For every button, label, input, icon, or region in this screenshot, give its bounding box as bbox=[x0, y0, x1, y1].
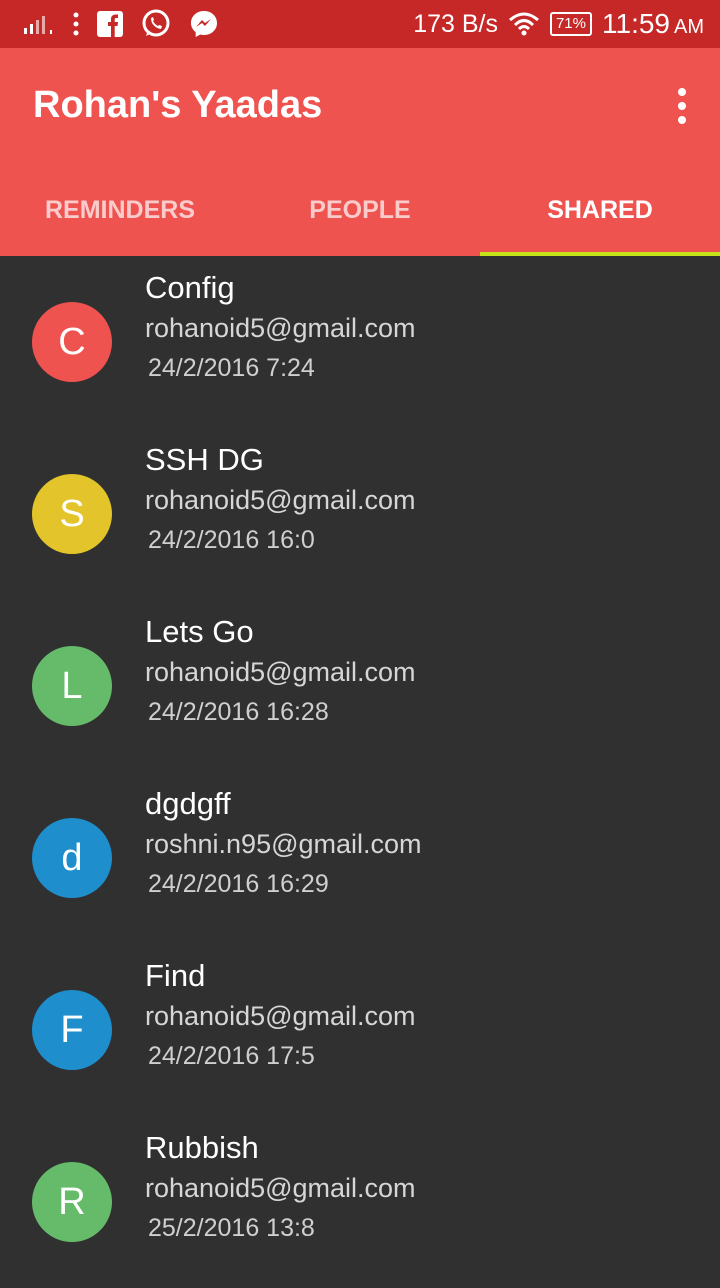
item-email: rohanoid5@gmail.com bbox=[145, 657, 416, 687]
avatar: F bbox=[32, 990, 112, 1070]
avatar: R bbox=[32, 1162, 112, 1242]
item-date: 25/2/2016 13:8 bbox=[148, 1214, 315, 1242]
avatar: d bbox=[32, 818, 112, 898]
item-email: roshni.n95@gmail.com bbox=[145, 829, 422, 859]
net-speed: 173 B/s bbox=[413, 9, 498, 38]
shared-list: C Config rohanoid5@gmail.com 24/2/2016 7… bbox=[0, 256, 720, 1288]
item-date: 24/2/2016 16:29 bbox=[148, 870, 329, 898]
status-right: 173 B/s 71% 11:59 AM bbox=[413, 8, 704, 40]
messenger-icon bbox=[191, 11, 217, 37]
tab-shared[interactable]: SHARED bbox=[480, 180, 720, 256]
overflow-menu-icon[interactable] bbox=[670, 86, 694, 126]
item-email: rohanoid5@gmail.com bbox=[145, 485, 416, 515]
item-title: dgdgff bbox=[145, 786, 231, 821]
item-title: SSH DG bbox=[145, 442, 264, 477]
whatsapp-icon bbox=[142, 9, 170, 37]
item-email: rohanoid5@gmail.com bbox=[145, 313, 416, 343]
more-notifications-icon bbox=[73, 12, 79, 36]
app-title: Rohan's Yaadas bbox=[33, 84, 323, 126]
item-date: 24/2/2016 16:28 bbox=[148, 698, 329, 726]
notification-icons bbox=[22, 8, 220, 40]
clock: 11:59 AM bbox=[602, 8, 704, 39]
status-bar: 173 B/s 71% 11:59 AM bbox=[0, 0, 720, 48]
list-item[interactable]: d dgdgff roshni.n95@gmail.com 24/2/2016 … bbox=[0, 772, 720, 944]
facebook-icon bbox=[97, 11, 123, 37]
item-title: Rubbish bbox=[145, 1130, 259, 1165]
avatar: S bbox=[32, 474, 112, 554]
list-item[interactable]: C Config rohanoid5@gmail.com 24/2/2016 7… bbox=[0, 256, 720, 428]
item-date: 24/2/2016 17:5 bbox=[148, 1042, 315, 1070]
list-item[interactable]: S SSH DG rohanoid5@gmail.com 24/2/2016 1… bbox=[0, 428, 720, 600]
battery-indicator: 71% bbox=[549, 12, 592, 36]
avatar: L bbox=[32, 646, 112, 726]
avatar: C bbox=[32, 302, 112, 382]
list-item[interactable]: R Rubbish rohanoid5@gmail.com 25/2/2016 … bbox=[0, 1116, 720, 1288]
list-item[interactable]: L Lets Go rohanoid5@gmail.com 24/2/2016 … bbox=[0, 600, 720, 772]
item-email: rohanoid5@gmail.com bbox=[145, 1173, 416, 1203]
item-date: 24/2/2016 16:0 bbox=[148, 526, 315, 554]
signal-icon bbox=[24, 16, 52, 34]
wifi-icon bbox=[508, 12, 539, 36]
tab-reminders[interactable]: REMINDERS bbox=[0, 180, 240, 256]
list-item[interactable]: F Find rohanoid5@gmail.com 24/2/2016 17:… bbox=[0, 944, 720, 1116]
item-title: Find bbox=[145, 958, 206, 993]
item-title: Lets Go bbox=[145, 614, 254, 649]
item-date: 24/2/2016 7:24 bbox=[148, 354, 315, 382]
item-email: rohanoid5@gmail.com bbox=[145, 1001, 416, 1031]
tab-bar: REMINDERS PEOPLE SHARED bbox=[0, 180, 720, 256]
item-title: Config bbox=[145, 270, 235, 305]
tab-people[interactable]: PEOPLE bbox=[240, 180, 480, 256]
app-bar: Rohan's Yaadas REMINDERS PEOPLE SHARED bbox=[0, 48, 720, 256]
